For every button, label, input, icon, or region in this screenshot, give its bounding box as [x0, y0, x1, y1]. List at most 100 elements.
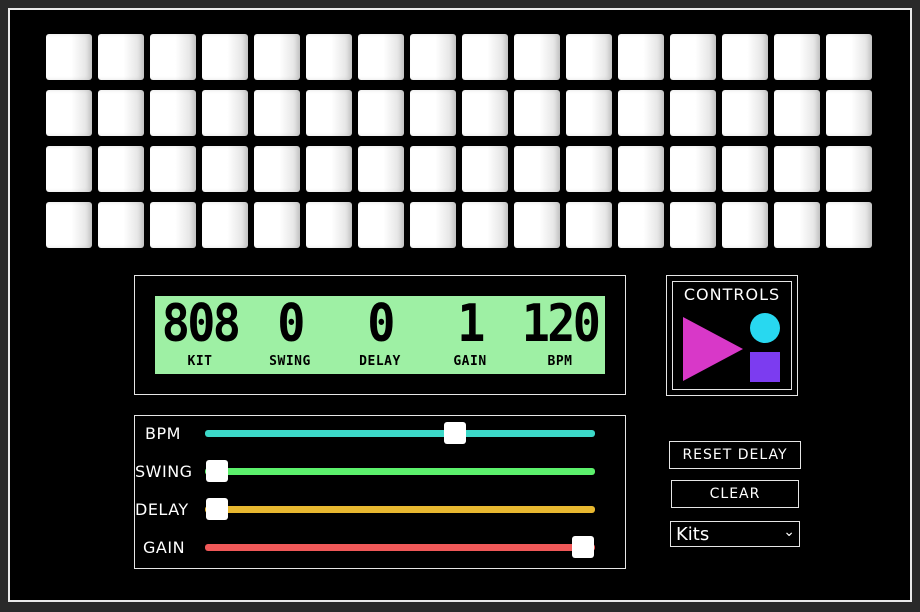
- step-pad[interactable]: [462, 34, 508, 80]
- step-pad[interactable]: [566, 90, 612, 136]
- lcd-swing-value: 0: [277, 294, 305, 354]
- lcd-kit-label: KIT: [187, 354, 213, 369]
- pad-row: [46, 90, 872, 136]
- step-sequencer-grid: [46, 34, 872, 258]
- step-pad[interactable]: [722, 90, 768, 136]
- step-pad[interactable]: [670, 146, 716, 192]
- step-pad[interactable]: [722, 146, 768, 192]
- sliders-panel: BPM SWING DELAY GAIN: [134, 415, 626, 569]
- step-pad[interactable]: [254, 34, 300, 80]
- lcd-bpm-value: 120: [521, 294, 601, 354]
- step-pad[interactable]: [826, 34, 872, 80]
- step-pad[interactable]: [410, 146, 456, 192]
- step-pad[interactable]: [566, 202, 612, 248]
- step-pad[interactable]: [670, 90, 716, 136]
- step-pad[interactable]: [150, 34, 196, 80]
- step-pad[interactable]: [774, 202, 820, 248]
- step-pad[interactable]: [358, 202, 404, 248]
- step-pad[interactable]: [618, 34, 664, 80]
- bpm-slider-track[interactable]: [205, 422, 595, 444]
- pad-row: [46, 202, 872, 248]
- lcd-delay: 0 DELAY: [345, 296, 415, 369]
- step-pad[interactable]: [46, 34, 92, 80]
- step-pad[interactable]: [254, 202, 300, 248]
- step-pad[interactable]: [410, 202, 456, 248]
- step-pad[interactable]: [774, 90, 820, 136]
- controls-inner-frame: CONTROLS: [672, 281, 792, 390]
- play-icon[interactable]: [683, 317, 743, 381]
- step-pad[interactable]: [618, 90, 664, 136]
- step-pad[interactable]: [774, 146, 820, 192]
- step-pad[interactable]: [98, 202, 144, 248]
- step-pad[interactable]: [826, 146, 872, 192]
- stop-square-icon[interactable]: [750, 352, 780, 382]
- step-pad[interactable]: [150, 146, 196, 192]
- step-pad[interactable]: [826, 202, 872, 248]
- reset-delay-button[interactable]: RESET DELAY: [669, 441, 801, 469]
- step-pad[interactable]: [306, 34, 352, 80]
- step-pad[interactable]: [306, 146, 352, 192]
- step-pad[interactable]: [722, 34, 768, 80]
- step-pad[interactable]: [254, 146, 300, 192]
- delay-slider-thumb[interactable]: [206, 498, 228, 520]
- step-pad[interactable]: [462, 146, 508, 192]
- bpm-slider-thumb[interactable]: [443, 422, 466, 444]
- slider-row-swing: SWING: [135, 456, 625, 486]
- gain-slider-thumb[interactable]: [572, 536, 594, 558]
- step-pad[interactable]: [306, 202, 352, 248]
- step-pad[interactable]: [410, 90, 456, 136]
- step-pad[interactable]: [670, 34, 716, 80]
- step-pad[interactable]: [150, 90, 196, 136]
- step-pad[interactable]: [46, 90, 92, 136]
- step-pad[interactable]: [670, 202, 716, 248]
- step-pad[interactable]: [566, 34, 612, 80]
- record-circle-icon[interactable]: [750, 313, 780, 343]
- lcd-bpm: 120 BPM: [515, 296, 605, 369]
- lcd-swing-label: SWING: [269, 354, 311, 369]
- step-pad[interactable]: [46, 146, 92, 192]
- slider-row-gain: GAIN: [135, 532, 625, 562]
- step-pad[interactable]: [618, 146, 664, 192]
- step-pad[interactable]: [514, 90, 560, 136]
- step-pad[interactable]: [202, 90, 248, 136]
- step-pad[interactable]: [514, 202, 560, 248]
- swing-slider-track[interactable]: [205, 460, 595, 482]
- clear-button[interactable]: CLEAR: [671, 480, 799, 508]
- step-pad[interactable]: [306, 90, 352, 136]
- step-pad[interactable]: [150, 202, 196, 248]
- swing-slider-thumb[interactable]: [206, 460, 228, 482]
- step-pad[interactable]: [722, 202, 768, 248]
- step-pad[interactable]: [254, 90, 300, 136]
- kits-select[interactable]: Kits ⌄: [670, 521, 800, 547]
- step-pad[interactable]: [566, 146, 612, 192]
- step-pad[interactable]: [514, 146, 560, 192]
- bpm-slider-label: BPM: [145, 424, 181, 443]
- pad-row: [46, 34, 872, 80]
- step-pad[interactable]: [98, 34, 144, 80]
- step-pad[interactable]: [46, 202, 92, 248]
- step-pad[interactable]: [358, 34, 404, 80]
- lcd-swing: 0 SWING: [255, 296, 325, 369]
- step-pad[interactable]: [462, 90, 508, 136]
- step-pad[interactable]: [358, 90, 404, 136]
- delay-slider-label: DELAY: [135, 500, 189, 519]
- pad-row: [46, 146, 872, 192]
- delay-slider-track[interactable]: [205, 498, 595, 520]
- step-pad[interactable]: [410, 34, 456, 80]
- step-pad[interactable]: [618, 202, 664, 248]
- step-pad[interactable]: [774, 34, 820, 80]
- lcd-gain-value: 1: [457, 294, 485, 354]
- step-pad[interactable]: [202, 202, 248, 248]
- step-pad[interactable]: [98, 90, 144, 136]
- gain-slider-track[interactable]: [205, 536, 595, 558]
- lcd-bpm-label: BPM: [547, 354, 573, 369]
- controls-title: CONTROLS: [683, 285, 781, 304]
- step-pad[interactable]: [202, 146, 248, 192]
- step-pad[interactable]: [358, 146, 404, 192]
- step-pad[interactable]: [514, 34, 560, 80]
- kits-select-value: Kits: [676, 524, 710, 545]
- step-pad[interactable]: [462, 202, 508, 248]
- step-pad[interactable]: [826, 90, 872, 136]
- step-pad[interactable]: [202, 34, 248, 80]
- step-pad[interactable]: [98, 146, 144, 192]
